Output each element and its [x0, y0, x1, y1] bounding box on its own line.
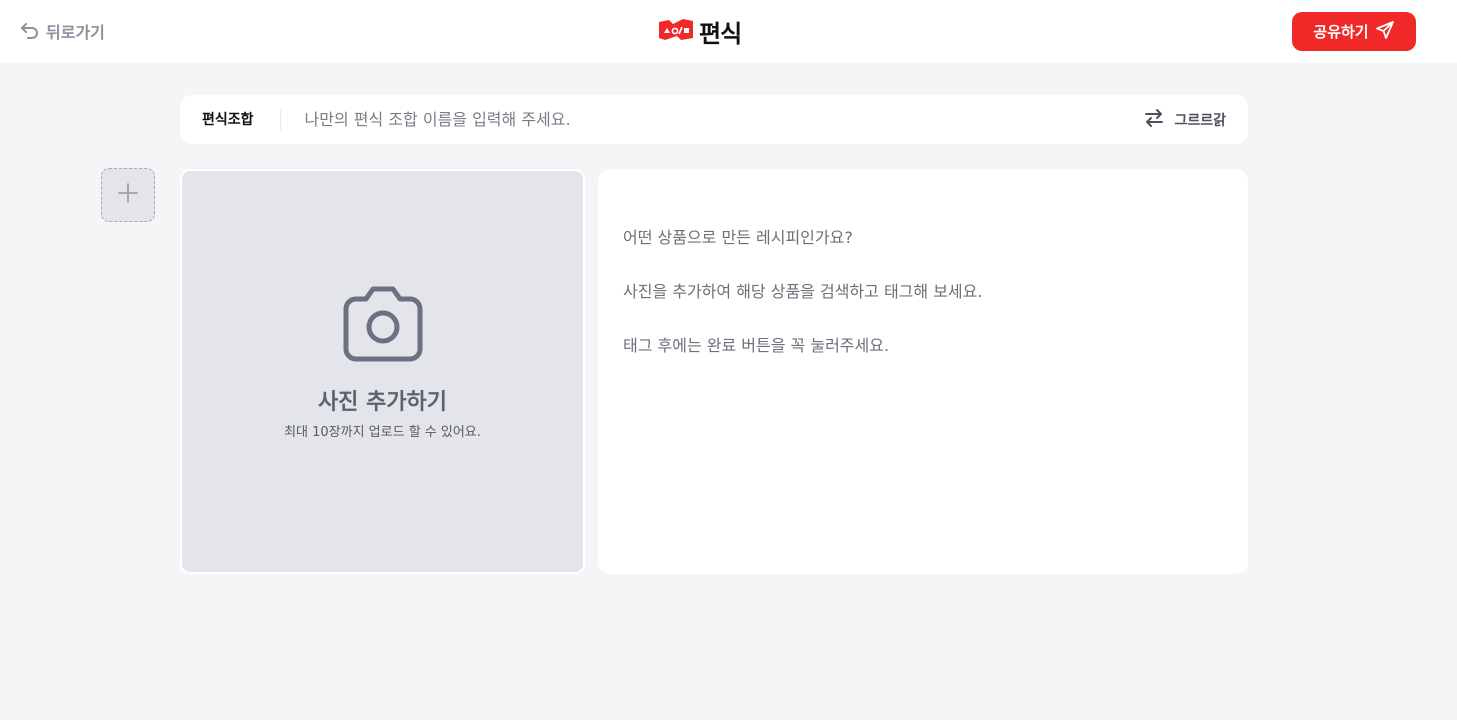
photo-upload-area[interactable]: 사진 추가하기 최대 10장까지 업로드 할 수 있어요. — [180, 169, 585, 574]
share-button[interactable]: 공유하기 — [1292, 12, 1416, 51]
rearrange-button[interactable]: 그르르갉 — [1144, 108, 1226, 132]
combo-name-input[interactable] — [304, 104, 1145, 135]
recipe-placeholder: 어떤 상품으로 만든 레시피인가요? 사진을 추가하여 해당 상품을 검색하고 … — [623, 197, 1223, 386]
app-logo[interactable]: 편식 — [657, 16, 742, 48]
add-photo-thumbnail-button[interactable] — [101, 168, 155, 222]
logo-mark-icon — [657, 16, 695, 46]
camera-icon — [342, 283, 424, 367]
logo-text: 편식 — [699, 19, 742, 48]
recipe-placeholder-line: 태그 후에는 완료 버튼을 꼭 눌러주세요. — [623, 336, 890, 355]
recipe-placeholder-line: 사진을 추가하여 해당 상품을 검색하고 태그해 보세요. — [623, 282, 983, 301]
combo-name-bar: 편식조합 그르르갉 — [180, 95, 1248, 144]
undo-arrow-icon — [20, 22, 40, 40]
plus-icon — [117, 182, 139, 208]
top-header: 뒤로가기 편식 공유하기 — [0, 0, 1457, 63]
swap-arrows-icon — [1144, 108, 1164, 132]
share-label: 공유하기 — [1313, 23, 1369, 41]
photo-upload-title: 사진 추가하기 — [317, 390, 448, 415]
rearrange-label: 그르르갉 — [1174, 112, 1226, 129]
paper-plane-icon — [1375, 20, 1395, 44]
combo-name-label: 편식조합 — [202, 109, 281, 130]
back-label: 뒤로가기 — [46, 23, 105, 42]
recipe-placeholder-line: 어떤 상품으로 만든 레시피인가요? — [623, 228, 853, 247]
photo-upload-hint: 최대 10장까지 업로드 할 수 있어요. — [284, 425, 481, 440]
back-button[interactable]: 뒤로가기 — [20, 19, 105, 43]
recipe-description-area[interactable]: 어떤 상품으로 만든 레시피인가요? 사진을 추가하여 해당 상품을 검색하고 … — [598, 169, 1248, 574]
